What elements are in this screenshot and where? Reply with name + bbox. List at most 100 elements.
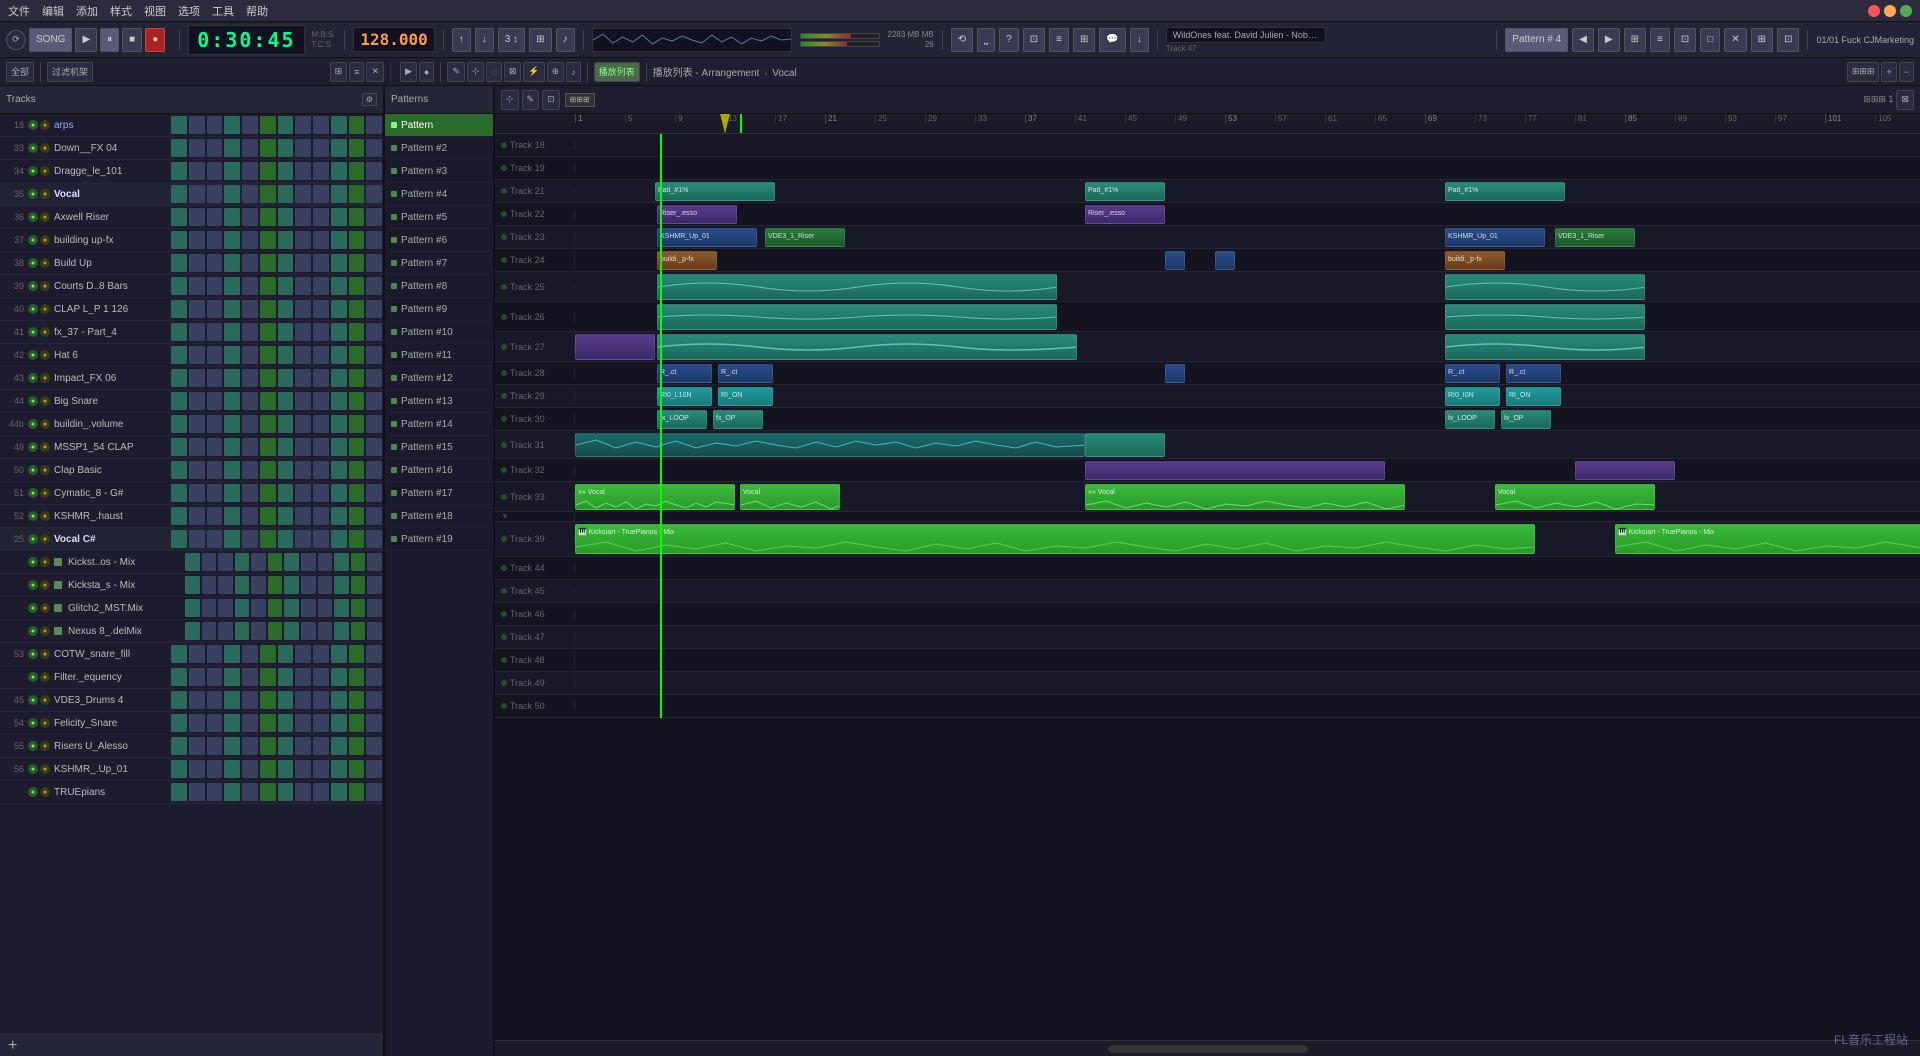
track-content-49[interactable] (575, 672, 1920, 694)
list-item[interactable]: Pattern #17 (385, 482, 493, 505)
list-item[interactable]: 54 ● ● Felicity_Snare (0, 712, 383, 735)
track-solo-btn[interactable]: ● (40, 741, 50, 751)
track-solo-btn[interactable]: ● (40, 281, 50, 291)
list-item[interactable]: ● ● Kickst..os - Mix (0, 551, 383, 574)
track-solo-btn[interactable]: ● (40, 419, 50, 429)
track-mute-btn[interactable]: ● (28, 350, 38, 360)
arr-block[interactable]: fx_LOOP (657, 410, 707, 429)
track-solo-btn[interactable]: ● (40, 120, 50, 130)
track-mute-btn[interactable]: ● (28, 143, 38, 153)
arr-block[interactable]: RI0_I0N (1445, 387, 1500, 406)
piano-roll-btn[interactable]: ⎵ (977, 28, 995, 52)
arr-block[interactable] (1085, 433, 1165, 457)
track-solo-btn[interactable]: ● (40, 189, 50, 199)
arr-block[interactable]: »» Vocal (1085, 484, 1405, 510)
list-item[interactable]: Pattern #5 (385, 206, 493, 229)
list-item[interactable]: 44 ● ● Big Snare (0, 390, 383, 413)
track-solo-btn[interactable]: ● (40, 143, 50, 153)
list-item[interactable]: Pattern #18 (385, 505, 493, 528)
track-mute-btn[interactable]: ● (28, 120, 38, 130)
track-mute-btn[interactable]: ● (28, 189, 38, 199)
tb2-view1[interactable]: ⊞ (330, 62, 348, 82)
arr-block[interactable] (657, 304, 1057, 330)
pause-btn[interactable]: ⏸ (100, 28, 119, 52)
toolbar-btn-5[interactable]: ♪ (556, 28, 575, 52)
list-item[interactable]: Pattern #15 (385, 436, 493, 459)
track-mute-btn[interactable]: ● (28, 442, 38, 452)
track-content-19[interactable] (575, 157, 1920, 179)
arr-block[interactable]: VDE3_1_Riser (1555, 228, 1635, 247)
mixer-btn2[interactable]: ⊞ (1073, 28, 1095, 52)
arr-block[interactable]: KSHMR_Up_01 (657, 228, 757, 247)
mixer-btn[interactable]: ⟲ (951, 28, 973, 52)
track-mute-btn[interactable]: ● (28, 534, 38, 544)
dl-btn[interactable]: ↓ (1130, 28, 1149, 52)
track-content-32[interactable] (575, 459, 1920, 481)
list-item[interactable]: 53 ● ● COTW_snare_fill (0, 643, 383, 666)
arr-block[interactable] (1085, 461, 1385, 480)
list-item[interactable]: Pattern #8 (385, 275, 493, 298)
list-item[interactable]: 56 ● ● KSHMR_.Up_01 (0, 758, 383, 781)
arr-block[interactable] (657, 274, 1057, 300)
arr-block[interactable]: R_.ct (1445, 364, 1500, 383)
arr-block[interactable]: buildi._p-fx (657, 251, 717, 270)
zoom-in-btn[interactable]: + (1881, 62, 1896, 82)
track-solo-btn[interactable]: ● (40, 603, 50, 613)
list-item[interactable]: Pattern #11 (385, 344, 493, 367)
record-btn[interactable]: ● (145, 28, 165, 52)
next-pattern-btn[interactable]: ▶ (1598, 28, 1620, 52)
track-content-47[interactable] (575, 626, 1920, 648)
menu-item-options[interactable]: 选项 (178, 3, 200, 19)
track-content-27[interactable] (575, 332, 1920, 362)
maximize-btn[interactable] (1900, 5, 1912, 17)
track-solo-btn[interactable]: ● (40, 672, 50, 682)
list-item[interactable]: Pattern #7 (385, 252, 493, 275)
list-item[interactable]: 49 ● ● MSSP1_54 CLAP (0, 436, 383, 459)
list-item[interactable]: 37 ● ● building up-fx (0, 229, 383, 252)
arr-block[interactable]: fx_LOOP (1445, 410, 1495, 429)
menu-item-style[interactable]: 样式 (110, 3, 132, 19)
plugin-btn[interactable]: ⊡ (1023, 28, 1045, 52)
arr-block[interactable] (1445, 334, 1645, 360)
tb2-filter[interactable]: 过滤机架 (47, 62, 93, 82)
list-item[interactable]: Pattern #16 (385, 459, 493, 482)
arr-block[interactable]: Vocal (740, 484, 840, 510)
arr-block[interactable] (575, 334, 655, 360)
menu-item-view[interactable]: 视图 (144, 3, 166, 19)
track-mute-btn[interactable]: ● (28, 787, 38, 797)
arr-block[interactable]: Patt_#1% (1445, 182, 1565, 201)
arr-block[interactable]: Patt_#1% (655, 182, 775, 201)
arr-draw2-btn[interactable]: ✎ (522, 90, 540, 110)
track-content-44[interactable] (575, 557, 1920, 579)
track-mute-btn[interactable]: ● (28, 718, 38, 728)
track-content-45[interactable] (575, 580, 1920, 602)
track-solo-btn[interactable]: ● (40, 304, 50, 314)
track-solo-btn[interactable]: ● (40, 258, 50, 268)
mode-btn-4[interactable]: □ (1700, 28, 1720, 52)
list-item[interactable]: ● ● Nexus 8_.delMix (0, 620, 383, 643)
mode-btn-3[interactable]: ⊡ (1674, 28, 1696, 52)
track-content-22[interactable]: Riser_.esso Riser_.esso (575, 203, 1920, 225)
list-item[interactable]: ● ● Filter._equency (0, 666, 383, 689)
close-btn[interactable] (1868, 5, 1880, 17)
list-item[interactable]: 33 ● ● Down__FX 04 (0, 137, 383, 160)
track-solo-btn[interactable]: ● (40, 764, 50, 774)
arr-block[interactable] (1575, 461, 1675, 480)
list-item[interactable]: 44b ● ● buildin_.volume (0, 413, 383, 436)
track-lanes[interactable]: Track 18 Track 19 Track 21 (495, 134, 1920, 1040)
mode-btn-7[interactable]: ⊡ (1777, 28, 1799, 52)
track-solo-btn[interactable]: ● (40, 373, 50, 383)
list-item[interactable]: Pattern (385, 114, 493, 137)
track-solo-btn[interactable]: ● (40, 718, 50, 728)
bpm-display[interactable]: 128.000 (353, 27, 434, 52)
list-item[interactable]: 55 ● ● Risers U_Alesso (0, 735, 383, 758)
mode-btn-1[interactable]: ⊞ (1624, 28, 1646, 52)
track-mute-btn[interactable]: ● (28, 741, 38, 751)
play-btn[interactable]: ▶ (75, 28, 97, 52)
track-mute-btn[interactable]: ● (28, 649, 38, 659)
track-solo-btn[interactable]: ● (40, 327, 50, 337)
arr-block[interactable]: RI_ON (1506, 387, 1561, 406)
track-content-46[interactable] (575, 603, 1920, 625)
arr-block[interactable]: fx_OP (1501, 410, 1551, 429)
list-item[interactable]: 18 ● ● arps (0, 114, 383, 137)
